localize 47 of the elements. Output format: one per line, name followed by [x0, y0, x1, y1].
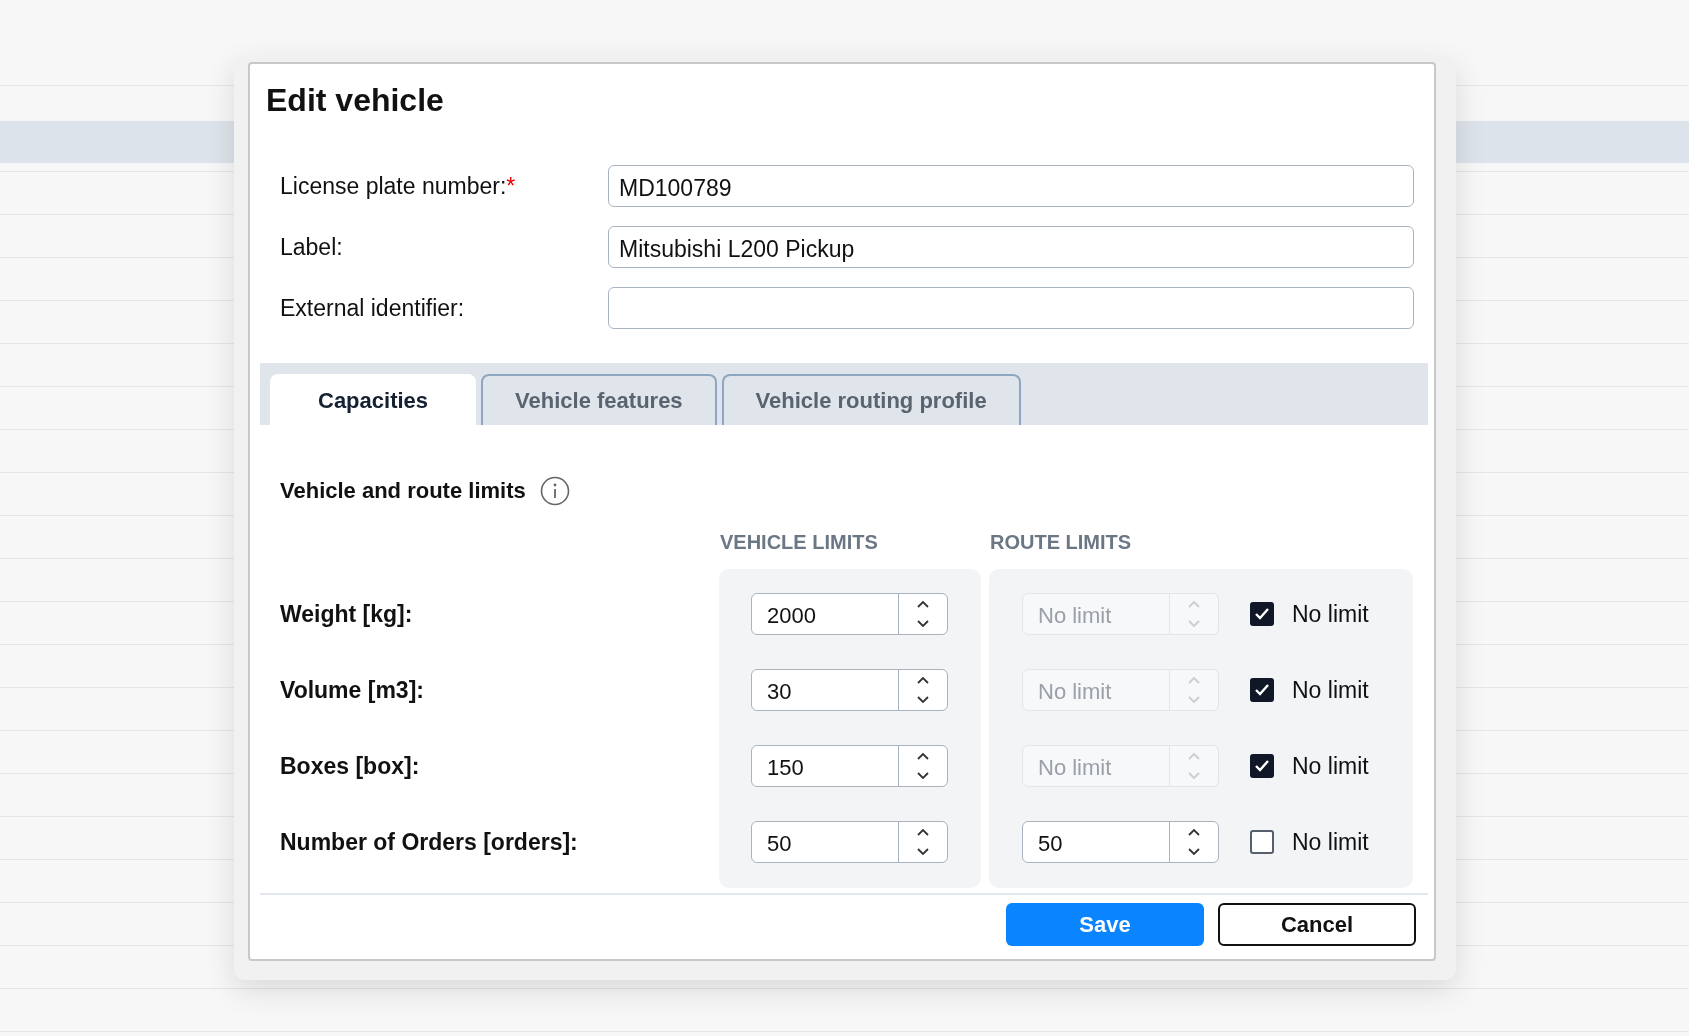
checkbox-label: No limit	[1292, 752, 1369, 780]
limit-label: Boxes [box]:	[280, 752, 420, 780]
number-field[interactable]: 2000	[751, 593, 948, 635]
text-field[interactable]: MD100789	[608, 165, 1414, 207]
tab[interactable]: Vehicle routing profile	[721, 374, 1021, 425]
column-header: VEHICLE LIMITS	[720, 531, 879, 555]
check-icon	[1254, 607, 1270, 621]
stepper-icon[interactable]	[916, 827, 930, 857]
checkbox-label: No limit	[1292, 676, 1369, 704]
text-field[interactable]: Mitsubishi L200 Pickup	[608, 226, 1414, 268]
dialog-title: Edit vehicle	[266, 82, 444, 119]
save-button[interactable]: Save	[1006, 903, 1204, 946]
checkbox[interactable]	[1250, 678, 1274, 702]
checkbox-label: No limit	[1292, 828, 1369, 856]
checkbox[interactable]	[1250, 602, 1274, 626]
number-field[interactable]: 150	[751, 745, 948, 787]
checkbox-label: No limit	[1292, 600, 1369, 628]
info-icon[interactable]	[539, 476, 570, 506]
number-input[interactable]: 50	[1023, 822, 1169, 862]
checkbox[interactable]	[1250, 754, 1274, 778]
stepper-icon[interactable]	[1187, 827, 1201, 857]
text-field[interactable]	[608, 287, 1414, 329]
cancel-button[interactable]: Cancel	[1218, 903, 1416, 946]
section-title: Vehicle and route limits	[280, 478, 526, 504]
number-input[interactable]: 50	[752, 822, 898, 862]
number-field[interactable]: 50	[1022, 821, 1219, 863]
field-label: Label:	[280, 233, 343, 260]
field-label: External identifier:	[280, 294, 465, 321]
checkbox[interactable]	[1250, 830, 1274, 854]
tab[interactable]: Capacities	[270, 374, 477, 425]
required-mark: *	[506, 172, 516, 199]
number-input[interactable]: 30	[752, 670, 898, 710]
number-input[interactable]: 150	[752, 746, 898, 786]
number-input[interactable]: 2000	[752, 594, 898, 634]
stepper-icon[interactable]	[916, 751, 930, 781]
field-label: License plate number:	[280, 172, 507, 199]
number-field[interactable]: 50	[751, 821, 948, 863]
check-icon	[1254, 683, 1270, 697]
limit-label: Number of Orders [orders]:	[280, 828, 578, 856]
column-header: ROUTE LIMITS	[990, 531, 1132, 555]
tab[interactable]: Vehicle features	[481, 374, 717, 425]
stepper-icon[interactable]	[916, 675, 930, 705]
stepper-icon[interactable]	[916, 599, 930, 629]
check-icon	[1254, 759, 1270, 773]
limit-label: Volume [m3]:	[280, 676, 424, 704]
number-field[interactable]: 30	[751, 669, 948, 711]
limit-label: Weight [kg]:	[280, 600, 413, 628]
